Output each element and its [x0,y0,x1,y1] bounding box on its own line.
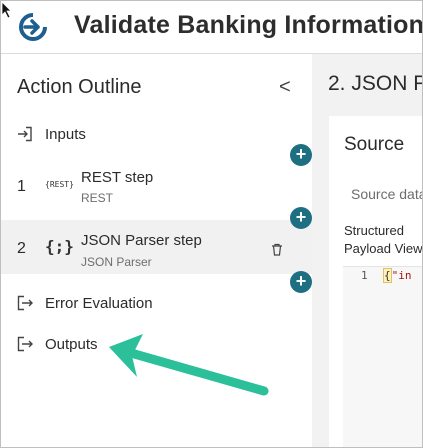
structured-payload-label: Structured Payload View [344,222,423,258]
rest-icon: {REST} [45,180,74,189]
source-card: Source Source data Structured Payload Vi… [329,116,422,447]
mouse-cursor-icon [1,1,12,19]
collapse-panel-button[interactable]: < [279,76,291,99]
output-icon [17,336,33,352]
back-logo-icon[interactable] [18,12,48,42]
code-brace: { [383,268,392,283]
structured-label-line2: Payload View [344,241,423,256]
json-parser-icon: {;} [45,237,74,256]
step-label: JSON Parser step [81,232,202,249]
step-detail-number: 2. [328,72,346,95]
step-detail-name: JSON P [351,72,423,95]
step-type: REST [81,191,114,205]
step-label: REST step [81,169,154,186]
code-text: "in [391,269,412,282]
outline-item-label: Outputs [45,336,98,353]
outline-item-rest-step[interactable]: 1 {REST} REST step REST [1,157,312,209]
add-step-button[interactable]: + [290,207,312,229]
step-detail-title: 2. JSON P [328,72,423,96]
outline-title: Action Outline [17,76,142,98]
app-window: Validate Banking Information Action Outl… [0,0,423,448]
outline-item-outputs[interactable]: Outputs [1,326,312,362]
outline-item-label: Error Evaluation [45,295,153,312]
header: Validate Banking Information [1,1,422,54]
outline-item-label: Inputs [45,126,86,143]
code-line: {"in [383,268,412,283]
action-outline-panel: Action Outline < Inputs 1 {REST} REST st… [1,54,312,447]
source-title: Source [344,134,405,155]
step-number: 2 [17,240,26,257]
output-icon [17,295,33,311]
outline-item-inputs[interactable]: Inputs [1,116,312,152]
page-title: Validate Banking Information [74,11,423,39]
input-icon [18,126,32,142]
step-type: JSON Parser [81,255,152,269]
outline-item-json-parser-step[interactable]: 2 {;} JSON Parser step JSON Parser [1,220,312,274]
delete-step-icon[interactable] [271,243,283,256]
structured-label-line1: Structured [344,223,404,238]
source-data-label: Source data [351,186,423,202]
outline-item-error-evaluation[interactable]: Error Evaluation [1,285,312,321]
add-step-button[interactable]: + [290,144,312,166]
add-step-button[interactable]: + [290,271,312,293]
line-number: 1 [361,269,368,282]
payload-code-editor[interactable]: 1 {"in [343,266,422,447]
step-detail-panel: 2. JSON P Source Source data Structured … [312,54,422,447]
step-number: 1 [17,178,26,195]
